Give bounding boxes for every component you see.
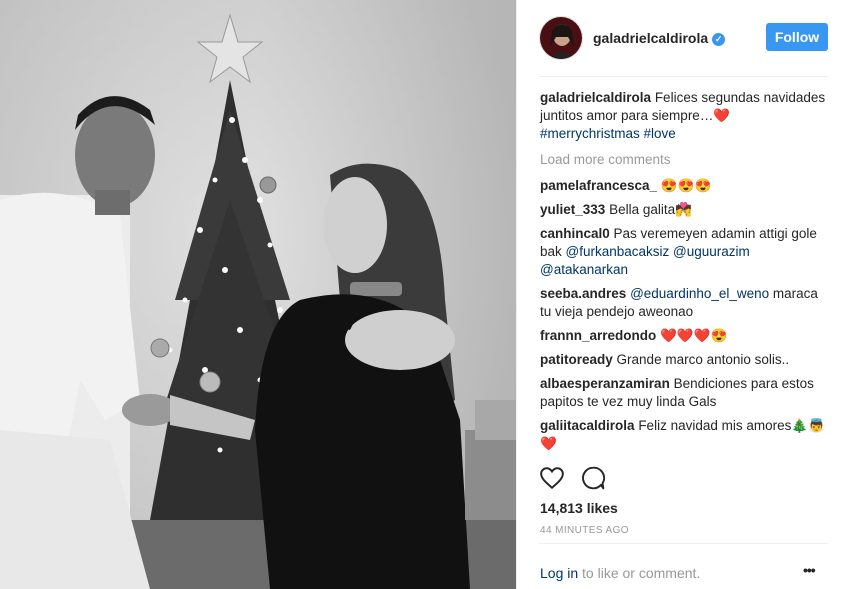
follow-button[interactable]: Follow [766,23,828,51]
comment-username[interactable]: pamelafrancesca_ [540,178,657,193]
comment-item: galiitacaldirola Feliz navidad mis amore… [540,417,830,453]
caption-username[interactable]: galadrielcaldirola [540,90,651,105]
post-actions [539,464,621,492]
post-photo[interactable] [0,0,516,589]
comment-username[interactable]: albaesperanzamiran [540,376,670,391]
comment-item: yuliet_333 Bella galita💏 [540,201,830,219]
comment-item: pamelafrancesca_ 😍😍😍 [540,177,830,195]
header-divider [539,76,828,77]
post-timestamp[interactable]: 44 MINUTES AGO [540,525,629,536]
post-username[interactable]: galadrielcaldirola ✓ [593,30,726,46]
instagram-post: galadrielcaldirola ✓ Follow galadrielcald… [0,0,842,589]
login-prompt: Log in to like or comment. [540,565,700,581]
like-count[interactable]: 14,813 likes [540,500,618,516]
comment-text: 😍😍😍 [660,178,712,193]
avatar-image [540,17,582,59]
load-more-comments-button[interactable]: Load more comments [540,151,830,169]
comment-username[interactable]: frannn_arredondo [540,328,656,343]
christmas-couple-photo [0,0,516,589]
login-suffix: to like or comment. [578,565,701,581]
username-text[interactable]: galadrielcaldirola [593,30,708,46]
comment-list: galadrielcaldirola Felices segundas navi… [540,89,830,459]
comment-text: ❤️❤️❤️😍 [660,328,728,343]
comment-mentions[interactable]: @furkanbacaksiz @uguurazim @atakanarkan [540,244,750,277]
comment-username[interactable]: yuliet_333 [540,202,605,217]
comment-username[interactable]: seeba.andres [540,286,626,301]
comment-text: Bella galita💏 [609,202,692,217]
comment-bubble-icon[interactable] [580,465,606,491]
comment-username[interactable]: galiitacaldirola [540,418,635,433]
comment-item: canhincal0 Pas veremeyen adamin attigi g… [540,225,830,279]
comment-item: seeba.andres @eduardinho_el_weno maraca … [540,285,830,321]
more-options-icon[interactable]: ••• [803,562,816,578]
comment-username[interactable]: patitoready [540,352,613,367]
comment-text: Grande marco antonio solis.. [616,352,790,367]
footer-divider [539,543,828,544]
comment-item: albaesperanzamiran Bendiciones para esto… [540,375,830,411]
caption: galadrielcaldirola Felices segundas navi… [540,89,830,143]
login-link[interactable]: Log in [540,565,578,581]
verified-badge-icon: ✓ [712,33,726,46]
comment-username[interactable]: canhincal0 [540,226,610,241]
heart-icon[interactable] [539,465,565,491]
comment-mentions[interactable]: @eduardinho_el_weno [630,286,769,301]
post-sidebar: galadrielcaldirola ✓ Follow galadrielcald… [516,0,842,589]
comment-item: frannn_arredondo ❤️❤️❤️😍 [540,327,830,345]
comment-item: patitoready Grande marco antonio solis.. [540,351,830,369]
caption-hashtags[interactable]: #merrychristmas #love [540,126,676,141]
avatar[interactable] [539,16,583,60]
